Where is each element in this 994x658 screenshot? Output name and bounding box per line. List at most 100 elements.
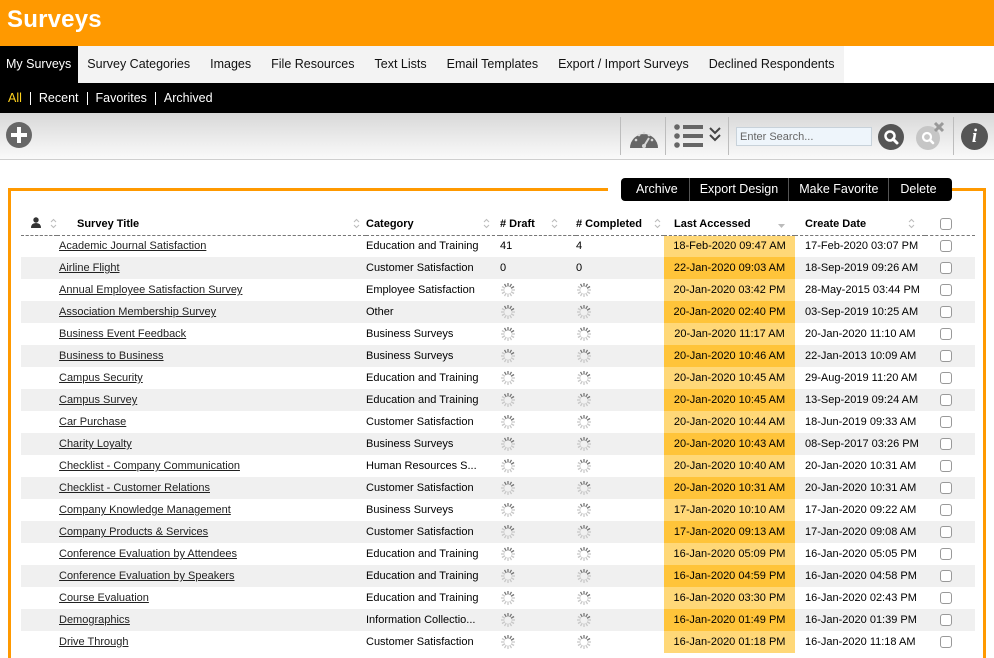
survey-title-link[interactable]: Business Event Feedback bbox=[59, 328, 186, 340]
tab-survey-categories[interactable]: Survey Categories bbox=[78, 46, 201, 83]
tab-export-import-surveys[interactable]: Export / Import Surveys bbox=[548, 46, 699, 83]
last-accessed-column-header[interactable]: Last Accessed bbox=[664, 213, 795, 236]
row-checkbox[interactable] bbox=[940, 240, 952, 253]
filter-archived[interactable]: Archived bbox=[164, 91, 213, 105]
row-checkbox[interactable] bbox=[940, 570, 952, 583]
loading-spinner-icon bbox=[577, 503, 591, 517]
draft-cell bbox=[500, 477, 576, 499]
search-input[interactable] bbox=[736, 127, 872, 146]
tab-images[interactable]: Images bbox=[200, 46, 262, 83]
survey-title-link[interactable]: Association Membership Survey bbox=[59, 306, 216, 318]
survey-title-link[interactable]: Company Knowledge Management bbox=[59, 504, 231, 516]
survey-title-link[interactable]: Annual Employee Satisfaction Survey bbox=[59, 284, 242, 296]
row-checkbox[interactable] bbox=[940, 416, 952, 429]
survey-title-link[interactable]: Car Purchase bbox=[59, 416, 126, 428]
clear-search-icon[interactable] bbox=[914, 121, 948, 151]
survey-title-link[interactable]: Conference Evaluation by Attendees bbox=[59, 548, 237, 560]
row-checkbox[interactable] bbox=[940, 262, 952, 275]
loading-spinner-icon bbox=[501, 437, 515, 451]
loading-spinner-icon bbox=[501, 503, 515, 517]
last-accessed-cell: 16-Jan-2020 05:09 PM bbox=[664, 543, 795, 565]
bulk-actions: Archive Export Design Make Favorite Dele… bbox=[621, 178, 952, 201]
survey-title-link[interactable]: Charity Loyalty bbox=[59, 438, 132, 450]
archive-button[interactable]: Archive bbox=[621, 178, 689, 201]
row-checkbox[interactable] bbox=[940, 328, 952, 341]
row-checkbox[interactable] bbox=[940, 350, 952, 363]
row-checkbox[interactable] bbox=[940, 636, 952, 649]
completed-cell bbox=[576, 323, 664, 345]
make-favorite-button[interactable]: Make Favorite bbox=[788, 178, 888, 201]
survey-title-link[interactable]: Academic Journal Satisfaction bbox=[59, 240, 206, 252]
survey-title-link[interactable]: Drive Through bbox=[59, 636, 129, 648]
owner-cell bbox=[21, 477, 57, 499]
gauge-icon[interactable] bbox=[628, 124, 660, 150]
search-button[interactable] bbox=[878, 124, 904, 150]
row-checkbox[interactable] bbox=[940, 526, 952, 539]
info-button[interactable]: i bbox=[961, 123, 988, 150]
row-checkbox[interactable] bbox=[940, 548, 952, 561]
draft-cell bbox=[500, 389, 576, 411]
completed-column-header[interactable]: # Completed bbox=[576, 213, 664, 236]
column-label: # Draft bbox=[500, 217, 535, 230]
category-cell: Education and Training bbox=[366, 240, 479, 253]
create-date-column-header[interactable]: Create Date bbox=[795, 213, 925, 236]
create-date-cell: 13-Sep-2019 09:24 AM bbox=[795, 389, 925, 411]
toolbar-divider bbox=[728, 117, 729, 155]
select-all-checkbox[interactable] bbox=[940, 217, 952, 230]
loading-spinner-icon bbox=[577, 547, 591, 561]
export-design-button[interactable]: Export Design bbox=[688, 178, 789, 201]
category-cell: Customer Satisfaction bbox=[366, 636, 474, 648]
select-cell bbox=[925, 389, 975, 411]
tab-declined-respondents[interactable]: Declined Respondents bbox=[698, 46, 845, 83]
row-checkbox[interactable] bbox=[940, 614, 952, 627]
row-checkbox[interactable] bbox=[940, 284, 952, 297]
loading-spinner-icon bbox=[577, 437, 591, 451]
survey-title-link[interactable]: Checklist - Company Communication bbox=[59, 460, 240, 472]
survey-title-link[interactable]: Airline Flight bbox=[59, 262, 120, 274]
survey-title-link[interactable]: Demographics bbox=[59, 614, 130, 626]
row-checkbox[interactable] bbox=[940, 504, 952, 517]
title-cell: Campus Security bbox=[57, 367, 366, 389]
survey-title-link[interactable]: Campus Survey bbox=[59, 394, 137, 406]
row-checkbox[interactable] bbox=[940, 482, 952, 495]
category-column-header[interactable]: Category bbox=[366, 213, 500, 236]
filter-favorites[interactable]: Favorites bbox=[96, 91, 147, 105]
filter-all[interactable]: All bbox=[8, 91, 22, 105]
draft-cell bbox=[500, 367, 576, 389]
select-cell bbox=[925, 345, 975, 367]
title-column-header[interactable]: Survey Title bbox=[57, 213, 366, 236]
survey-title-link[interactable]: Conference Evaluation by Speakers bbox=[59, 570, 235, 582]
row-checkbox[interactable] bbox=[940, 394, 952, 407]
chevron-down-icon[interactable] bbox=[708, 125, 722, 145]
row-checkbox[interactable] bbox=[940, 372, 952, 385]
table-header: Survey Title Category # Draft # Complete… bbox=[21, 213, 975, 236]
table-row: Conference Evaluation by Attendees Educat… bbox=[21, 543, 975, 565]
survey-title-link[interactable]: Course Evaluation bbox=[59, 592, 149, 604]
row-checkbox[interactable] bbox=[940, 460, 952, 473]
loading-spinner-icon bbox=[501, 591, 515, 605]
select-cell bbox=[925, 411, 975, 433]
select-cell bbox=[925, 609, 975, 631]
owner-cell bbox=[21, 367, 57, 389]
loading-spinner-icon bbox=[501, 393, 515, 407]
draft-column-header[interactable]: # Draft bbox=[500, 213, 576, 236]
survey-title-link[interactable]: Campus Security bbox=[59, 372, 143, 384]
loading-spinner-icon bbox=[577, 459, 591, 473]
survey-title-link[interactable]: Business to Business bbox=[59, 350, 164, 362]
row-checkbox[interactable] bbox=[940, 592, 952, 605]
delete-button[interactable]: Delete bbox=[888, 178, 951, 201]
filter-recent[interactable]: Recent bbox=[39, 91, 79, 105]
title-cell: Checklist - Customer Relations bbox=[57, 477, 366, 499]
tab-my-surveys[interactable]: My Surveys bbox=[0, 46, 79, 83]
row-checkbox[interactable] bbox=[940, 438, 952, 451]
category-cell: Business Surveys bbox=[366, 504, 454, 516]
tab-file-resources[interactable]: File Resources bbox=[261, 46, 365, 83]
survey-title-link[interactable]: Company Products & Services bbox=[59, 526, 208, 538]
row-checkbox[interactable] bbox=[940, 306, 952, 319]
survey-title-link[interactable]: Checklist - Customer Relations bbox=[59, 482, 210, 494]
list-icon[interactable] bbox=[673, 123, 705, 149]
tab-text-lists[interactable]: Text Lists bbox=[364, 46, 437, 83]
add-survey-button[interactable] bbox=[6, 122, 32, 148]
owner-column-header[interactable] bbox=[21, 213, 57, 236]
tab-email-templates[interactable]: Email Templates bbox=[436, 46, 549, 83]
